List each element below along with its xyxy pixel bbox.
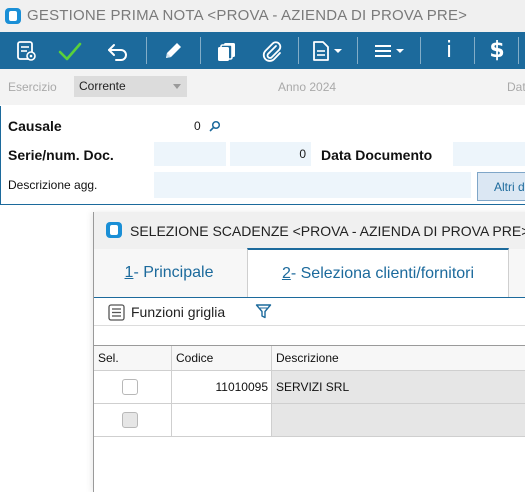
serie-num-doc-label: Serie/num. Doc. [8,147,114,163]
app-logo-icon [5,8,21,24]
checkmark-icon [58,42,82,60]
anno-label: Anno 2024 [278,80,337,94]
esercizio-select[interactable]: Corrente [74,76,187,97]
main-toolbar: i $ [0,32,525,69]
toolbar-currency-button[interactable]: $ [480,32,514,69]
dollar-icon: $ [489,38,505,63]
tab-principale-label: - Principale [133,264,214,281]
causale-label: Causale [8,118,62,134]
tab-seleziona-key: 2 [281,264,291,282]
app-logo-icon [106,222,122,238]
date-label: Dat [507,80,525,94]
table-row[interactable] [94,404,525,437]
copy-pages-icon [218,42,235,61]
toolbar-separator [146,37,147,64]
tab-seleziona-clienti-fornitori[interactable]: 2 - Seleziona clienti/fornitori [247,248,509,297]
tab-principale[interactable]: 1 - Principale [94,249,244,297]
toolbar-undo-button[interactable] [96,32,140,69]
column-header-codice[interactable]: Codice [172,346,272,371]
num-doc-value: 0 [299,147,306,161]
chevron-down-icon [396,48,404,53]
row-select-checkbox[interactable] [122,412,138,428]
main-window-title: GESTIONE PRIMA NOTA <PROVA - AZIENDA DI … [27,7,468,24]
sel-cell [94,404,172,436]
undo-icon [108,43,127,61]
table-row[interactable]: 11010095 SERVIZI SRL [94,371,525,404]
codice-cell: 11010095 [172,371,272,403]
descrizione-agg-label: Descrizione agg. [8,178,98,192]
toolbar-edit-button[interactable] [152,32,194,69]
toolbar-document-menu-button[interactable] [304,32,350,69]
data-documento-field[interactable] [453,142,525,166]
row-select-checkbox[interactable] [122,379,138,395]
toolbar-new-record-button[interactable] [6,32,46,69]
selezione-scadenze-window: SELEZIONE SCADENZE <PROVA - AZIENDA DI P… [93,212,525,492]
toolbar-confirm-button[interactable] [50,32,90,69]
column-header-sel[interactable]: Sel. [94,346,172,371]
toolbar-separator [518,37,519,64]
toolbar-copy-button[interactable] [206,32,248,69]
codice-cell [172,404,272,436]
toolbar-list-menu-button[interactable] [366,32,412,69]
toolbar-separator [474,37,475,64]
funzioni-griglia-label: Funzioni griglia [131,304,226,320]
tab-principale-key: 1 [124,264,134,281]
sel-cell [94,371,172,403]
filter-icon[interactable] [255,303,272,320]
paperclip-icon [262,40,282,62]
toolbar-separator [420,37,421,64]
tab-bar: 1 - Principale 2 - Seleziona clienti/for… [94,248,525,298]
serie-doc-field[interactable] [154,142,226,166]
funzioni-griglia-button[interactable]: Funzioni griglia [108,302,225,322]
descrizione-cell [272,404,525,436]
document-icon [313,40,329,61]
causale-field[interactable]: 0 [194,119,201,133]
clienti-grid: Sel. Codice Descrizione 11010095 SERVIZI… [94,345,525,438]
num-doc-field[interactable]: 0 [230,142,311,166]
altri-dati-button[interactable]: Altri d [477,172,525,201]
data-documento-label: Data Documento [321,147,433,163]
grid-list-icon [108,303,125,321]
chevron-down-icon [334,48,342,53]
main-window-titlebar: GESTIONE PRIMA NOTA <PROVA - AZIENDA DI … [0,0,525,32]
chevron-down-icon [173,84,181,89]
descrizione-agg-field[interactable] [154,172,471,198]
toolbar-attach-button[interactable] [252,32,292,69]
descrizione-cell: SERVIZI SRL [272,371,525,403]
child-window-titlebar: SELEZIONE SCADENZE <PROVA - AZIENDA DI P… [94,212,525,249]
esercizio-label: Esercizio [8,80,57,94]
column-header-descrizione[interactable]: Descrizione [272,346,525,371]
grid-toolbar: Funzioni griglia [94,298,525,326]
menu-lines-icon [375,44,391,57]
document-form: Causale 0 Serie/num. Doc. 0 Data Documen… [0,106,525,205]
toolbar-separator [200,37,201,64]
info-icon: i [445,38,453,63]
pencil-icon [166,42,181,58]
document-settings-icon [17,40,36,61]
toolbar-info-button[interactable]: i [428,32,470,69]
toolbar-separator [298,37,299,64]
esercizio-value: Corrente [79,79,126,93]
altri-dati-label: Altri d [494,180,525,194]
toolbar-separator [357,37,358,64]
search-icon[interactable] [209,120,221,132]
child-window-title: SELEZIONE SCADENZE <PROVA - AZIENDA DI P… [130,223,525,239]
tab-seleziona-label: - Seleziona clienti/fornitori [290,264,475,282]
